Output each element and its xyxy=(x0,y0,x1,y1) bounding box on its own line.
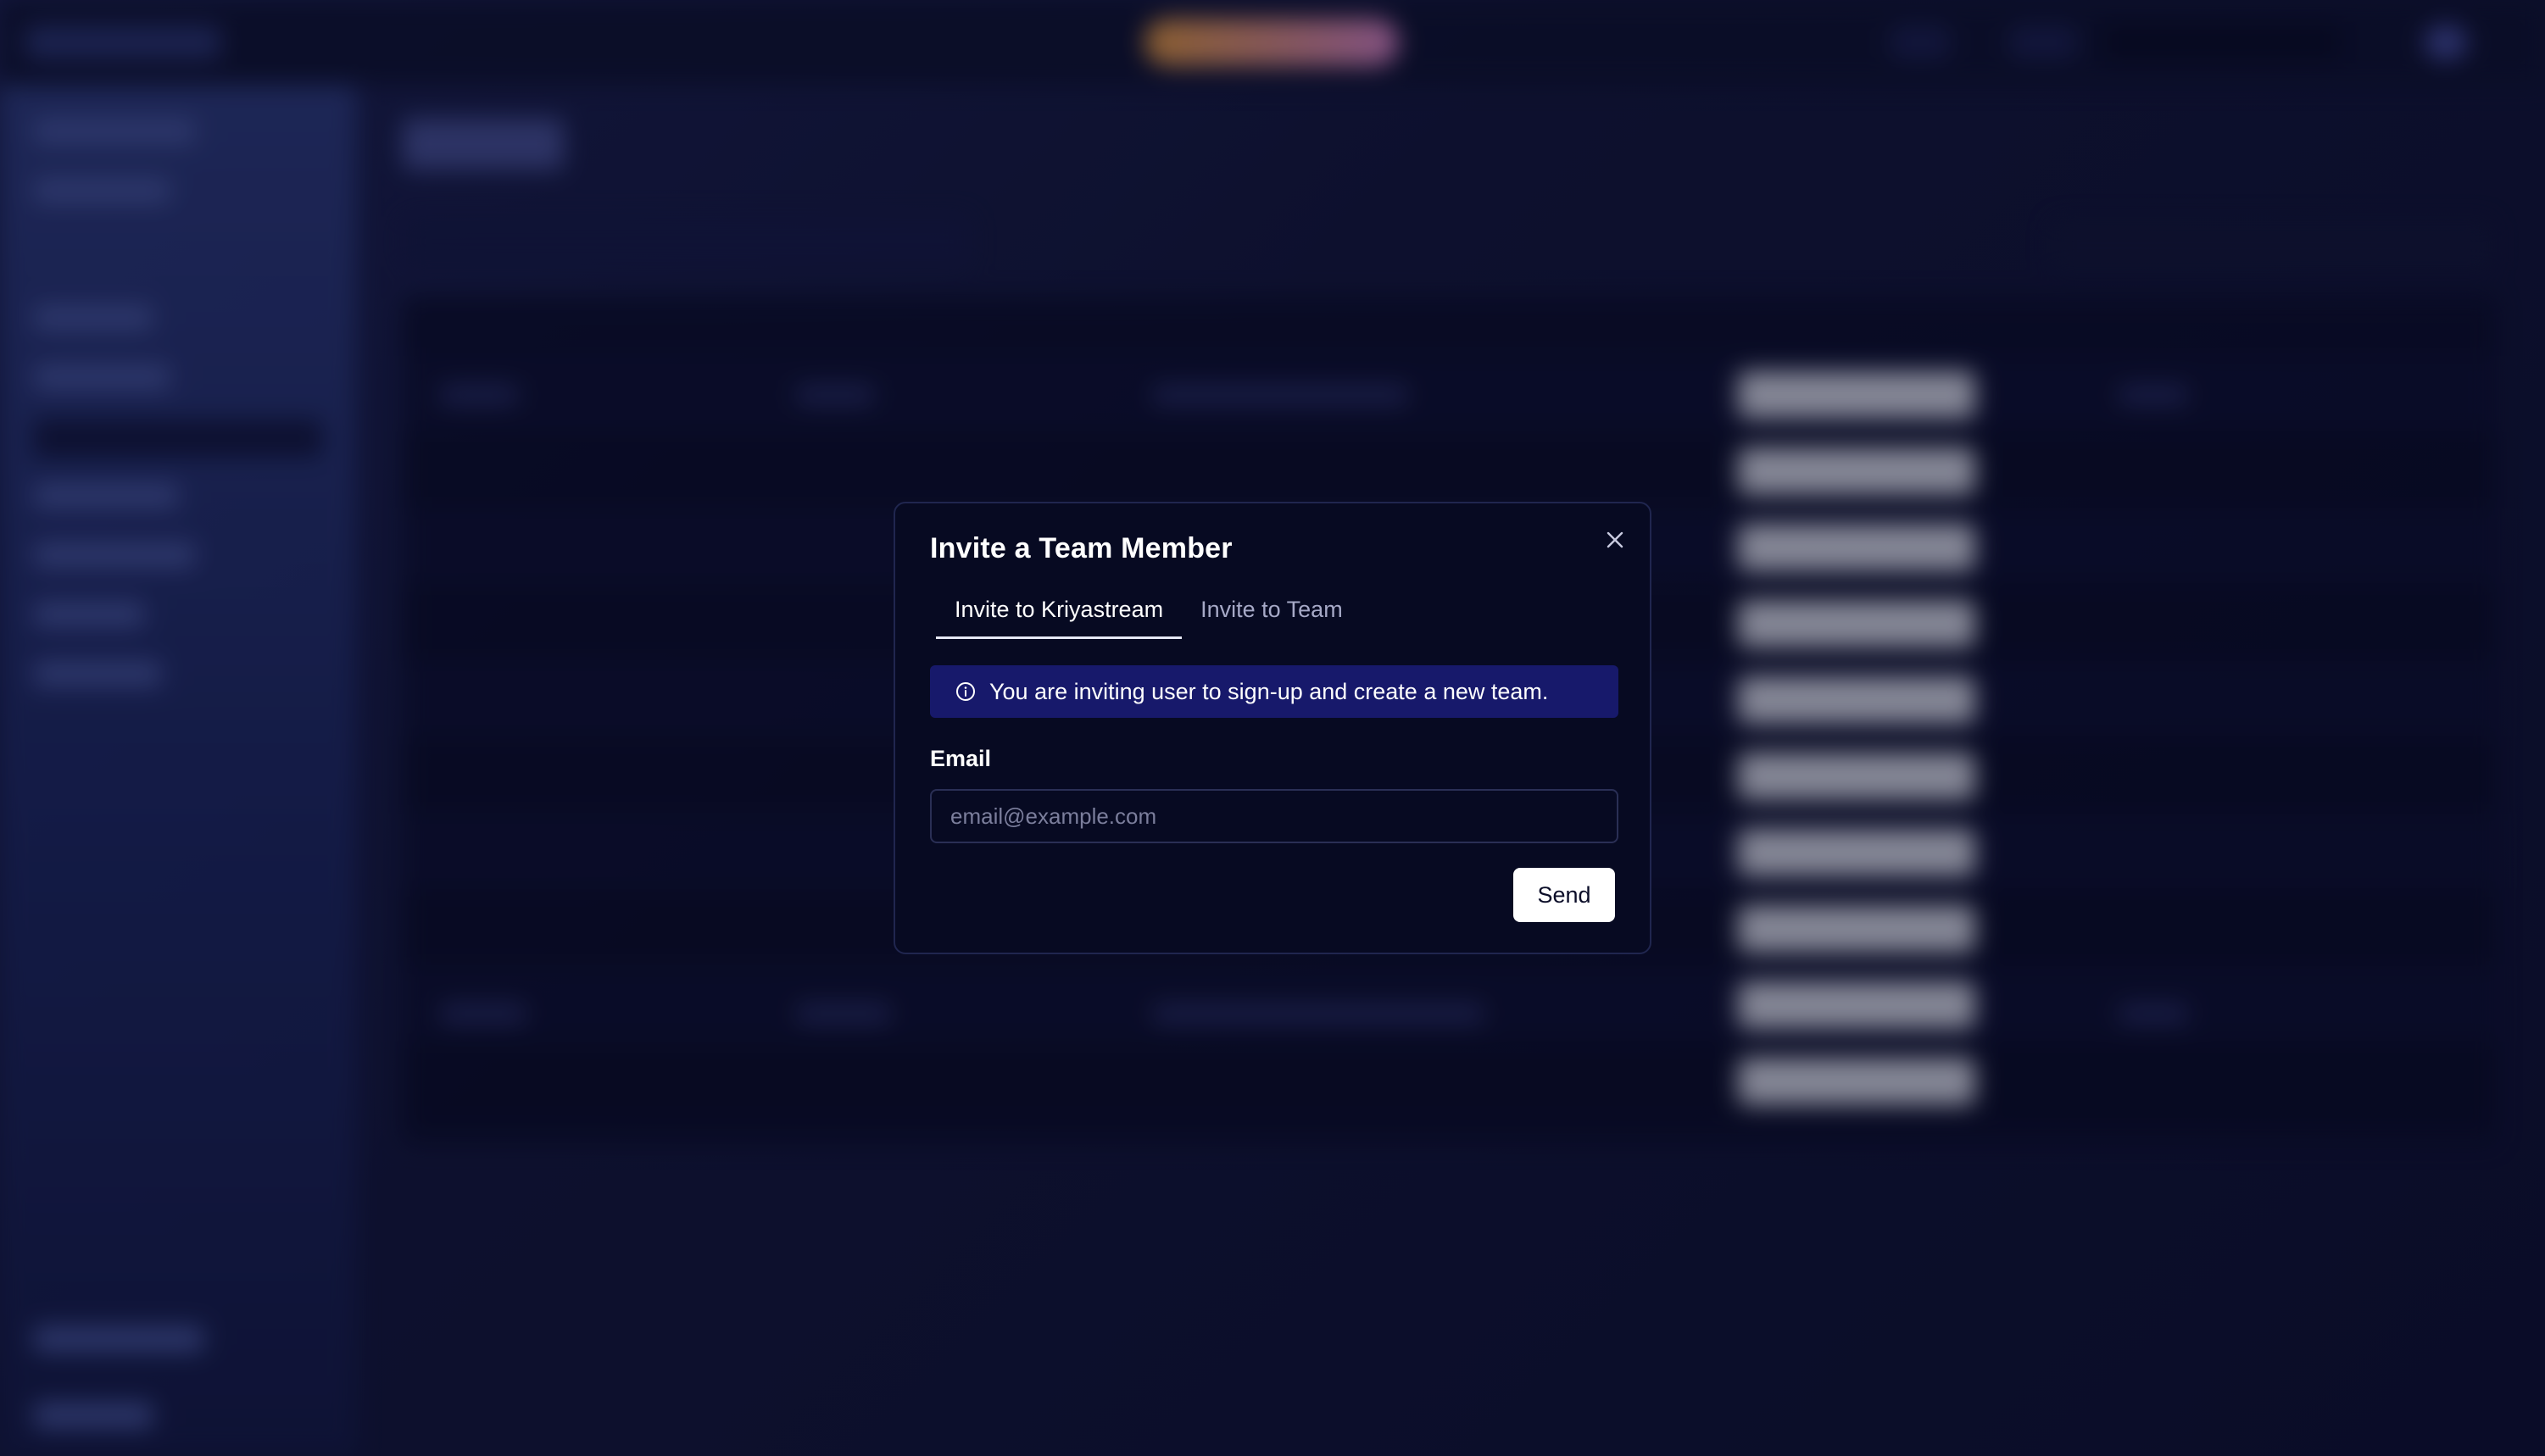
close-button[interactable] xyxy=(1601,525,1629,554)
invite-modal: Invite a Team Member Invite to Kriyastre… xyxy=(894,502,1651,954)
info-banner: You are inviting user to sign-up and cre… xyxy=(930,665,1618,718)
modal-title: Invite a Team Member xyxy=(930,532,1233,564)
invite-tabs: Invite to Kriyastream Invite to Team xyxy=(936,588,1362,639)
info-icon xyxy=(955,681,976,702)
tab-invite-to-team[interactable]: Invite to Team xyxy=(1182,588,1362,639)
email-label: Email xyxy=(930,746,992,771)
send-button[interactable]: Send xyxy=(1513,868,1615,922)
tab-invite-to-kriyastream[interactable]: Invite to Kriyastream xyxy=(936,588,1183,639)
close-icon xyxy=(1607,531,1623,548)
info-banner-text: You are inviting user to sign-up and cre… xyxy=(989,678,1549,704)
email-field[interactable] xyxy=(930,789,1618,843)
